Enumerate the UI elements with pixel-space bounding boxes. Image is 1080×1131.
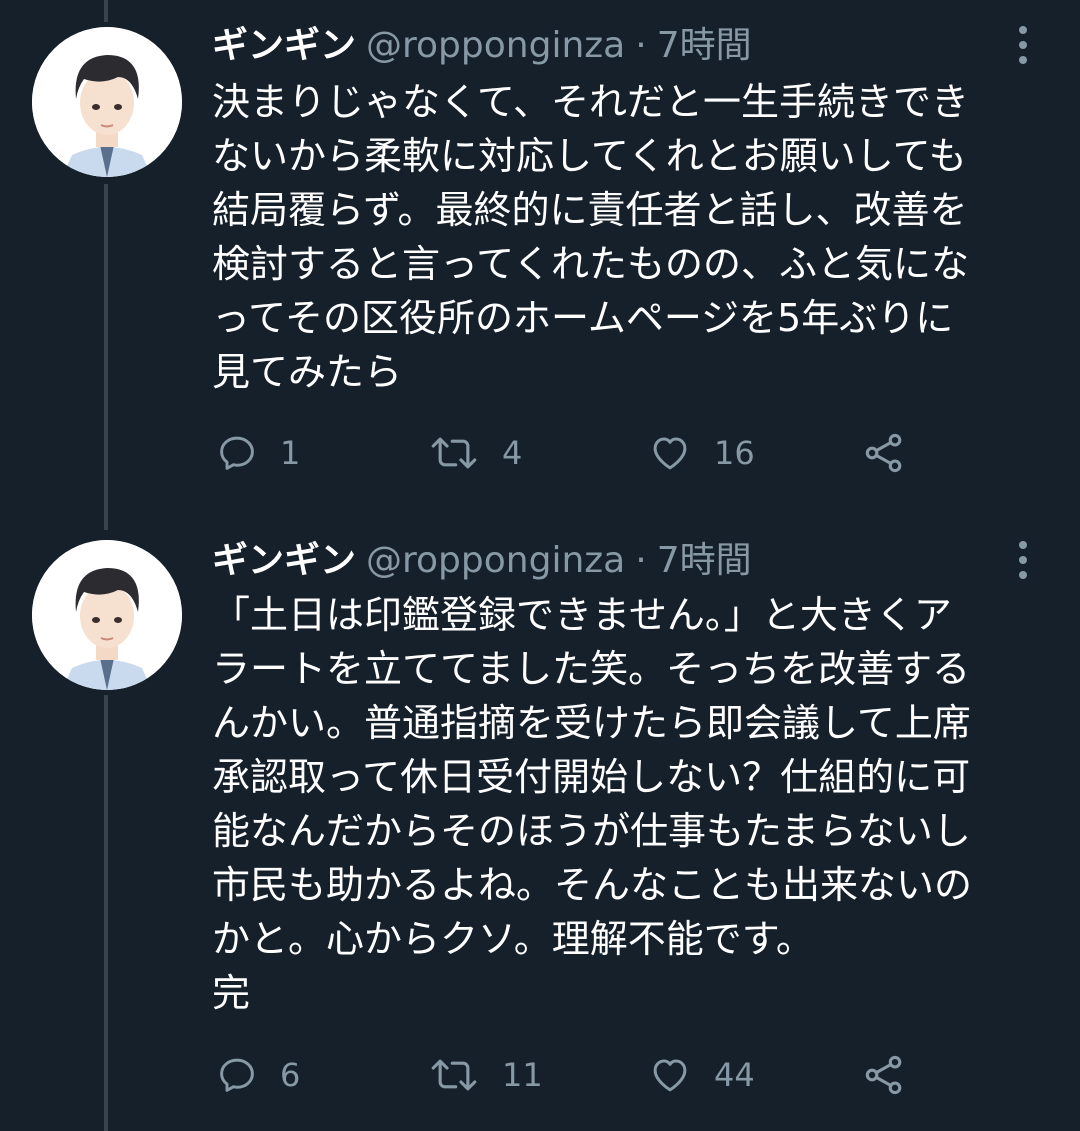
retweet-count: 11 [502,1056,543,1094]
tweet-text: 「土日は印鑑登録できません。」と大きくア ラートを立ててました笑。そっちを改善す… [212,588,1042,1020]
retweet-button[interactable]: 4 [428,428,522,478]
retweet-button[interactable]: 11 [428,1050,543,1100]
reply-button[interactable]: 6 [216,1050,300,1100]
reply-icon [220,436,254,470]
tweet-text: 決まりじゃなくて、それだと一生手続きでき ないから柔軟に対応してくれとお願いして… [212,75,1042,399]
tweet-text-line: 結局覆らず。最終的に責任者と話し、改善を [212,188,968,232]
tweet-text-line: んかい。普通指摘を受けたら即会議して上席 [212,701,971,745]
reply-icon [220,1058,254,1092]
handle[interactable]: @ropponginza [366,25,625,66]
share-icon [865,1055,902,1095]
share-button[interactable] [862,428,906,478]
like-button[interactable]: 16 [648,428,755,478]
tweet-text-line: ラートを立ててました笑。そっちを改善する [212,647,971,691]
avatar[interactable] [32,540,182,690]
reply-button[interactable]: 1 [216,428,300,478]
like-count: 44 [714,1056,755,1094]
tweet-text-line: ないから柔軟に対応してくれとお願いしても [212,134,967,178]
retweet-icon [431,437,477,469]
tweet-text-line: かと。心からクソ。理解不能です。 [212,917,814,961]
reply-count: 1 [280,434,301,472]
avatar[interactable] [32,27,182,177]
separator: · [635,540,647,581]
tweet[interactable]: ギンギン @ropponginza · 7時間 「土日は印鑑登録できません。」と大きく… [0,520,1080,1131]
tweet-text-line: ってその区役所のホームページを5年ぶりに [212,296,954,340]
retweet-count: 4 [502,434,523,472]
display-name[interactable]: ギンギン [212,540,356,581]
more-icon[interactable] [1008,22,1038,68]
like-icon [653,1059,687,1092]
separator: · [635,25,647,66]
tweet-header: ギンギン @ropponginza · 7時間 [212,536,752,586]
reply-count: 6 [280,1056,301,1094]
share-button[interactable] [862,1050,906,1100]
tweet[interactable]: ギンギン @ropponginza · 7時間 決まりじゃなくて、それだと一生手続きで… [0,0,1080,520]
tweet-text-line: 決まりじゃなくて、それだと一生手続きでき [212,80,969,124]
tweet-text-line: 見てみたら [212,350,403,394]
tweet-header: ギンギン @ropponginza · 7時間 [212,21,752,71]
tweet-actions: 1 4 16 [212,428,932,478]
tweet-text-line: 承認取って休日受付開始しない？仕組的に可 [212,755,971,799]
more-icon[interactable] [1008,537,1038,583]
tweet-text-line: 能なんだからそのほうが仕事もたまらないし [212,809,971,853]
like-count: 16 [714,434,755,472]
share-icon [865,433,902,473]
tweet-text-line: 完 [212,971,251,1015]
tweet-text-line: 「土日は印鑑登録できません。」と大きくア [212,593,952,637]
like-icon [653,437,687,470]
timestamp[interactable]: 7時間 [657,540,752,581]
tweet-actions: 6 11 44 [212,1050,932,1100]
tweet-text-line: 検討すると言ってくれたものの、ふと気にな [212,242,969,286]
tweet-text-line: 市民も助かるよね。そんなことも出来ないの [212,863,973,907]
display-name[interactable]: ギンギン [212,25,356,66]
handle[interactable]: @ropponginza [366,540,625,581]
retweet-icon [431,1059,477,1091]
like-button[interactable]: 44 [648,1050,755,1100]
timestamp[interactable]: 7時間 [657,25,752,66]
